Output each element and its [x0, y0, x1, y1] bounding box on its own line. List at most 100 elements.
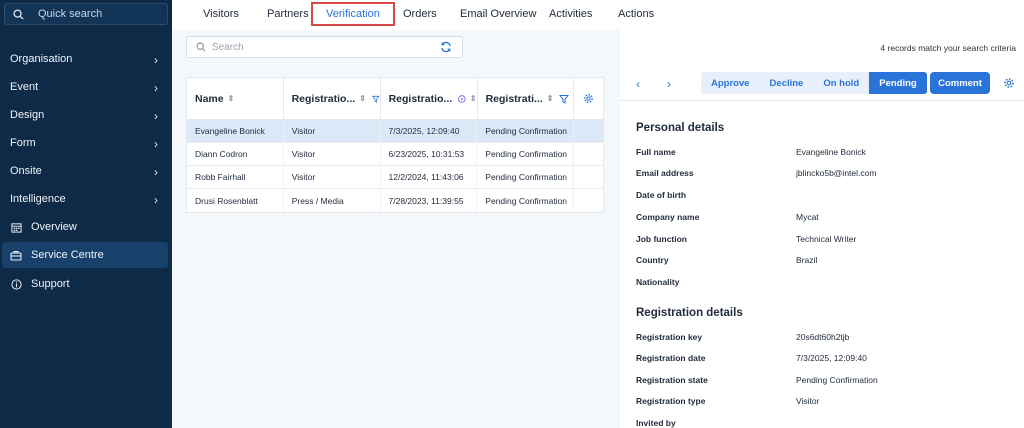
sidebar-item-event[interactable]: Event ›	[0, 74, 172, 100]
field-value: Brazil	[796, 255, 818, 265]
tab-partners[interactable]: Partners	[267, 8, 309, 20]
field-label: Registration date	[636, 353, 706, 363]
sort-icon[interactable]: ⇕	[228, 94, 235, 103]
sidebar-item-label: Overview	[31, 221, 77, 233]
field-value: Evangeline Bonick	[796, 147, 866, 157]
field-label: Country	[636, 255, 669, 265]
info-icon	[10, 278, 22, 290]
sort-icon[interactable]: ⇕	[359, 94, 366, 103]
column-header-name[interactable]: Name ⇕	[187, 78, 284, 119]
field-label: Full name	[636, 147, 676, 157]
match-count-text: 4 records match your search criteria	[880, 43, 1016, 53]
top-tab-bar: Visitors Partners Verification Orders Em…	[172, 0, 1024, 30]
field-label: Registration state	[636, 375, 708, 385]
sidebar-item-overview[interactable]: Overview	[0, 214, 172, 240]
column-header-registration-date[interactable]: Registratio... ? ⇕	[381, 78, 478, 119]
cell-registration-type: Visitor	[284, 166, 381, 188]
tab-actions[interactable]: Actions	[618, 8, 654, 20]
column-header-registration-state[interactable]: Registrati... ⇕	[478, 78, 575, 119]
quick-search-input[interactable]: Quick search	[4, 3, 168, 25]
sort-icon[interactable]: ⇕	[547, 94, 554, 103]
quick-search-placeholder: Quick search	[38, 8, 103, 20]
search-placeholder: Search	[212, 41, 244, 53]
table-row[interactable]: Robb Fairhall Visitor 12/2/2024, 11:43:0…	[187, 166, 603, 189]
gear-icon[interactable]	[1003, 77, 1015, 89]
help-icon[interactable]: ?	[458, 94, 466, 104]
column-header-label: Registratio...	[291, 92, 356, 105]
records-table: Name ⇕ Registratio... ⇕ Registratio... ?…	[186, 77, 604, 213]
column-header-label: Name	[195, 92, 224, 105]
sidebar-item-label: Form	[10, 137, 36, 149]
sidebar-item-form[interactable]: Form ›	[0, 130, 172, 156]
cell-registration-date: 12/2/2024, 11:43:06	[381, 166, 478, 188]
cell-name: Diann Codron	[187, 143, 284, 165]
sort-icon[interactable]: ⇕	[470, 94, 477, 103]
on-hold-button[interactable]: On hold	[813, 72, 869, 94]
field-label: Job function	[636, 234, 687, 244]
filter-icon[interactable]	[559, 94, 570, 104]
cell-name: Drusi Rosenblatt	[187, 189, 284, 212]
chevron-right-icon: ›	[154, 137, 158, 151]
sidebar-item-onsite[interactable]: Onsite ›	[0, 158, 172, 184]
sidebar-item-service-centre[interactable]: Service Centre	[2, 242, 168, 268]
table-row[interactable]: Diann Codron Visitor 6/23/2025, 10:31:53…	[187, 143, 603, 166]
field-value: Pending Confirmation	[796, 375, 878, 385]
field-label: Registration type	[636, 396, 706, 406]
field-label: Registration key	[636, 332, 703, 342]
records-pane: Search Name ⇕ Registratio... ⇕ Registrat…	[172, 30, 620, 428]
tab-orders[interactable]: Orders	[403, 8, 437, 20]
cell-empty	[574, 143, 603, 165]
field-label: Invited by	[636, 418, 676, 428]
cell-empty	[574, 120, 603, 142]
chevron-right-icon: ›	[154, 165, 158, 179]
cell-registration-state: Pending Confirmation	[477, 166, 575, 188]
column-header-label: Registratio...	[388, 92, 453, 105]
status-segmented-control: Approve Decline On hold Pending	[701, 72, 927, 94]
field-value: Mycat	[796, 212, 819, 222]
column-header-registration-type[interactable]: Registratio... ⇕	[284, 78, 381, 119]
personal-details-heading: Personal details	[636, 122, 725, 134]
sidebar-item-design[interactable]: Design ›	[0, 102, 172, 128]
calendar-icon	[10, 221, 22, 233]
cell-empty	[574, 166, 603, 188]
tab-verification[interactable]: Verification	[311, 2, 395, 26]
decline-button[interactable]: Decline	[760, 72, 814, 94]
pending-button[interactable]: Pending	[869, 72, 927, 94]
sidebar-item-intelligence[interactable]: Intelligence ›	[0, 186, 172, 212]
cell-registration-type: Press / Media	[284, 189, 381, 212]
sidebar-item-label: Onsite	[10, 165, 42, 177]
sidebar-item-organisation[interactable]: Organisation ›	[0, 46, 172, 72]
svg-text:?: ?	[461, 96, 464, 102]
refresh-icon[interactable]	[440, 41, 452, 53]
tab-visitors[interactable]: Visitors	[203, 8, 239, 20]
cell-registration-state: Pending Confirmation	[477, 143, 575, 165]
search-input[interactable]: Search	[186, 36, 463, 58]
approve-button[interactable]: Approve	[701, 72, 760, 94]
field-value: Technical Writer	[796, 234, 857, 244]
cell-registration-type: Visitor	[284, 143, 381, 165]
field-label: Nationality	[636, 277, 680, 287]
table-header-row: Name ⇕ Registratio... ⇕ Registratio... ?…	[187, 78, 603, 120]
cell-name: Evangeline Bonick	[187, 120, 284, 142]
column-settings[interactable]	[574, 78, 603, 119]
table-row[interactable]: Evangeline Bonick Visitor 7/3/2025, 12:0…	[187, 120, 603, 143]
chevron-right-icon: ›	[154, 109, 158, 123]
table-row[interactable]: Drusi Rosenblatt Press / Media 7/28/2023…	[187, 189, 603, 212]
tab-email-overview[interactable]: Email Overview	[460, 8, 536, 20]
cell-registration-date: 7/3/2025, 12:09:40	[381, 120, 478, 142]
briefcase-icon	[10, 249, 22, 261]
previous-record-button[interactable]: ‹	[636, 77, 640, 91]
chevron-right-icon: ›	[154, 53, 158, 67]
sidebar-item-support[interactable]: Support	[0, 271, 172, 297]
comment-button[interactable]: Comment	[930, 72, 990, 94]
gear-icon[interactable]	[583, 93, 594, 104]
next-record-button[interactable]: ›	[667, 77, 671, 91]
cell-empty	[574, 189, 603, 212]
search-icon	[13, 8, 24, 20]
field-label: Email address	[636, 168, 694, 178]
search-icon	[196, 42, 206, 52]
sidebar-item-label: Design	[10, 109, 45, 121]
filter-icon[interactable]	[371, 94, 380, 104]
cell-registration-date: 7/28/2023, 11:39:55	[381, 189, 478, 212]
tab-activities[interactable]: Activities	[549, 8, 592, 20]
